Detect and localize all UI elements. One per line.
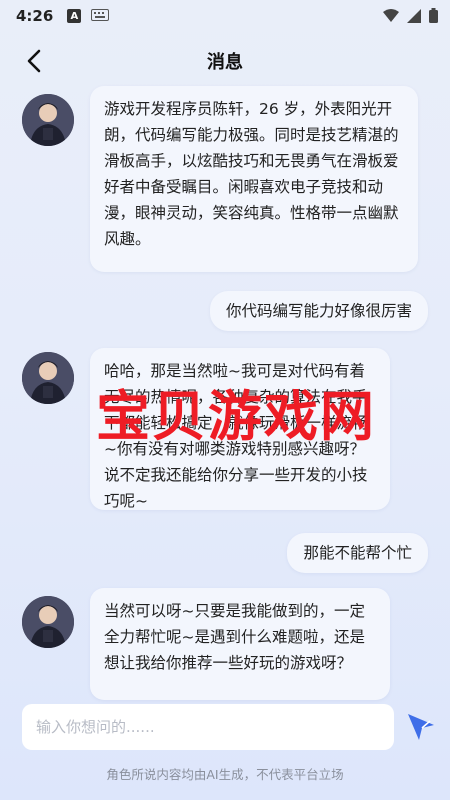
message-bubble: 游戏开发程序员陈轩，26 岁，外表阳光开朗，代码编写能力极强。同时是技艺精湛的滑… <box>90 86 418 272</box>
keyboard-icon <box>91 7 110 25</box>
header: 消息 <box>0 36 450 86</box>
message-bubble: 当然可以呀~只要是我能做到的，一定全力帮忙呢~是遇到什么难题啦，还是想让我给你推… <box>90 588 390 700</box>
send-icon <box>408 714 434 740</box>
ai-disclaimer: 角色所说内容均由AI生成，不代表平台立场 <box>106 767 344 782</box>
message-bubble: 你代码编写能力好像很厉害 <box>209 291 428 331</box>
status-bar: 4:26 A <box>0 0 450 32</box>
battery-icon <box>429 8 438 27</box>
page-title: 消息 <box>207 52 243 73</box>
send-button[interactable] <box>404 710 438 744</box>
chevron-left-icon <box>27 49 41 73</box>
app-notification-icon: A <box>67 9 82 23</box>
avatar[interactable] <box>22 94 74 146</box>
message-input[interactable] <box>22 704 394 750</box>
back-button[interactable] <box>22 48 48 74</box>
message-bubble: 哈哈，那是当然啦~我可是对代码有着无尽的热情呢，各种复杂的算法在我手下都能轻松搞… <box>90 348 390 510</box>
avatar[interactable] <box>22 596 74 648</box>
status-time: 4:26 <box>16 7 54 25</box>
signal-icon <box>407 8 421 27</box>
message-bubble: 那能不能帮个忙 <box>287 533 428 573</box>
wifi-icon <box>383 8 399 27</box>
chat-list[interactable]: 游戏开发程序员陈轩，26 岁，外表阳光开朗，代码编写能力极强。同时是技艺精湛的滑… <box>0 86 450 700</box>
avatar[interactable] <box>22 352 74 404</box>
